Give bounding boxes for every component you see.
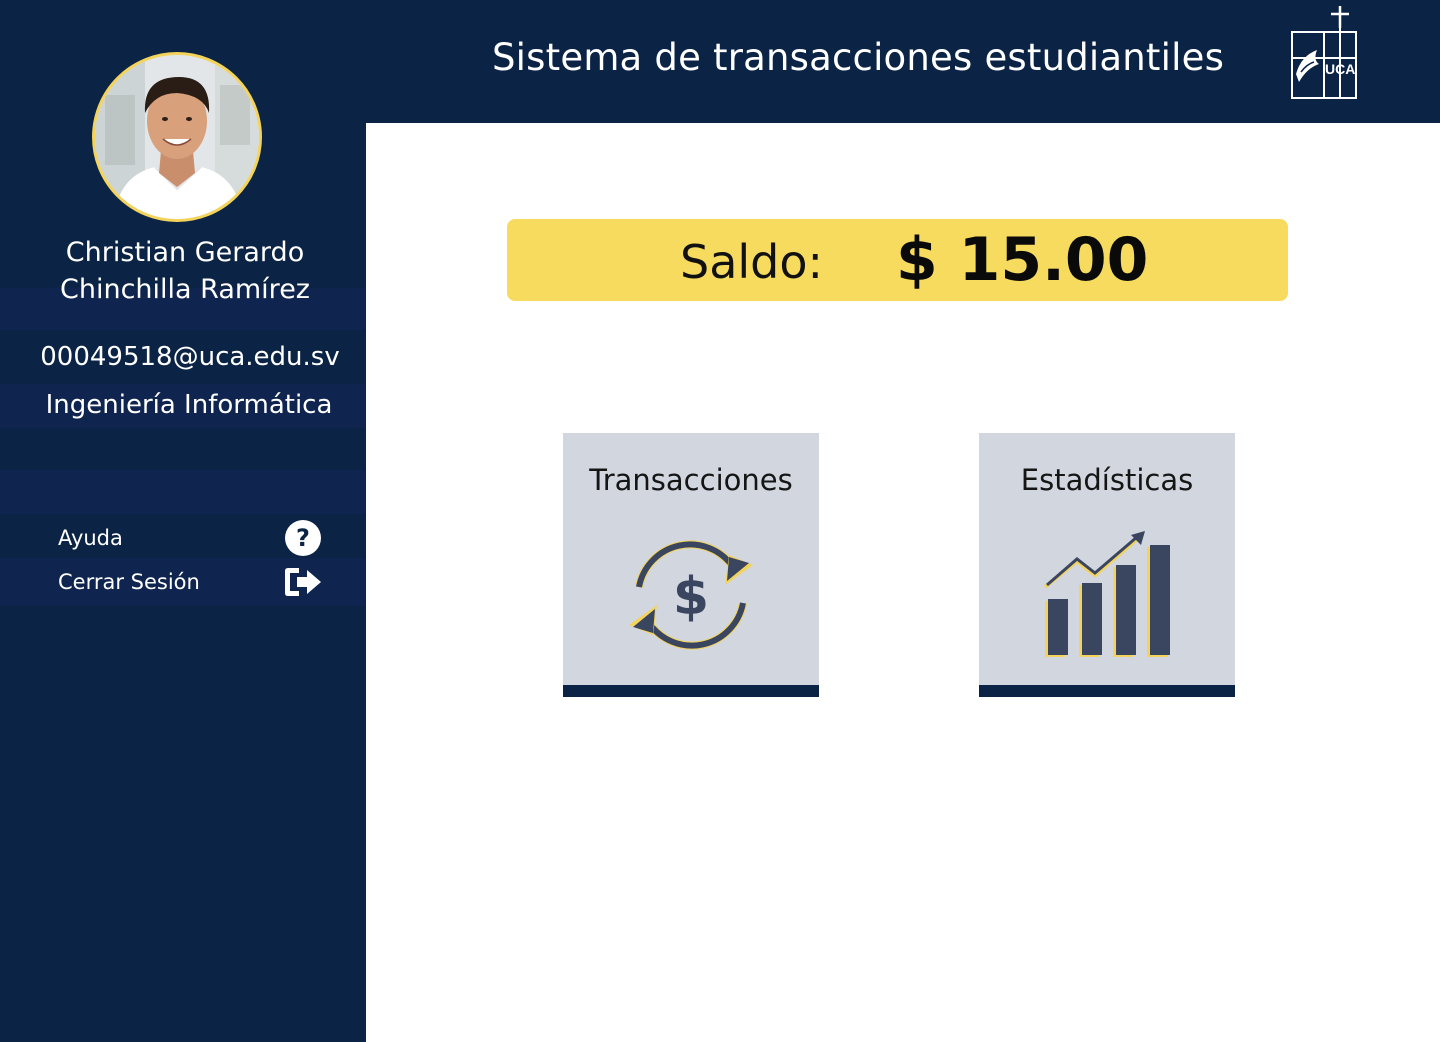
svg-text:UCA: UCA bbox=[1325, 61, 1355, 77]
user-email: 00049518@uca.edu.sv bbox=[40, 342, 340, 372]
statistics-tile[interactable]: Estadísticas bbox=[979, 433, 1235, 697]
money-exchange-icon: $ bbox=[629, 540, 753, 650]
logout-label: Cerrar Sesión bbox=[58, 570, 200, 594]
balance-value: $ 15.00 bbox=[896, 225, 1149, 295]
app-title: Sistema de transacciones estudiantiles bbox=[492, 36, 1225, 79]
uca-logo: UCA bbox=[1291, 6, 1357, 99]
help-icon: ? bbox=[285, 520, 321, 556]
user-name: Christian Gerardo Chinchilla Ramírez bbox=[0, 234, 370, 308]
menu-spacer-band bbox=[0, 470, 366, 514]
help-menu-item[interactable]: Ayuda ? bbox=[58, 518, 338, 558]
help-label: Ayuda bbox=[58, 526, 123, 550]
balance-card: Saldo: $ 15.00 bbox=[507, 219, 1288, 301]
transactions-label: Transacciones bbox=[589, 463, 793, 497]
svg-text:$: $ bbox=[673, 567, 709, 627]
user-name-line1: Christian Gerardo bbox=[65, 237, 305, 268]
user-career: Ingeniería Informática bbox=[45, 390, 333, 420]
statistics-tile-bar bbox=[979, 685, 1235, 697]
user-name-line2: Chinchilla Ramírez bbox=[60, 274, 310, 305]
logout-menu-item[interactable]: Cerrar Sesión bbox=[58, 562, 338, 602]
logout-icon bbox=[285, 568, 321, 596]
statistics-label: Estadísticas bbox=[1020, 463, 1194, 497]
bar-chart-growth-icon bbox=[1043, 531, 1170, 657]
user-avatar bbox=[92, 52, 262, 222]
transactions-tile[interactable]: Transacciones $ bbox=[563, 433, 819, 697]
balance-label: Saldo: bbox=[680, 235, 824, 289]
svg-text:?: ? bbox=[296, 524, 310, 552]
transactions-tile-bar bbox=[563, 685, 819, 697]
